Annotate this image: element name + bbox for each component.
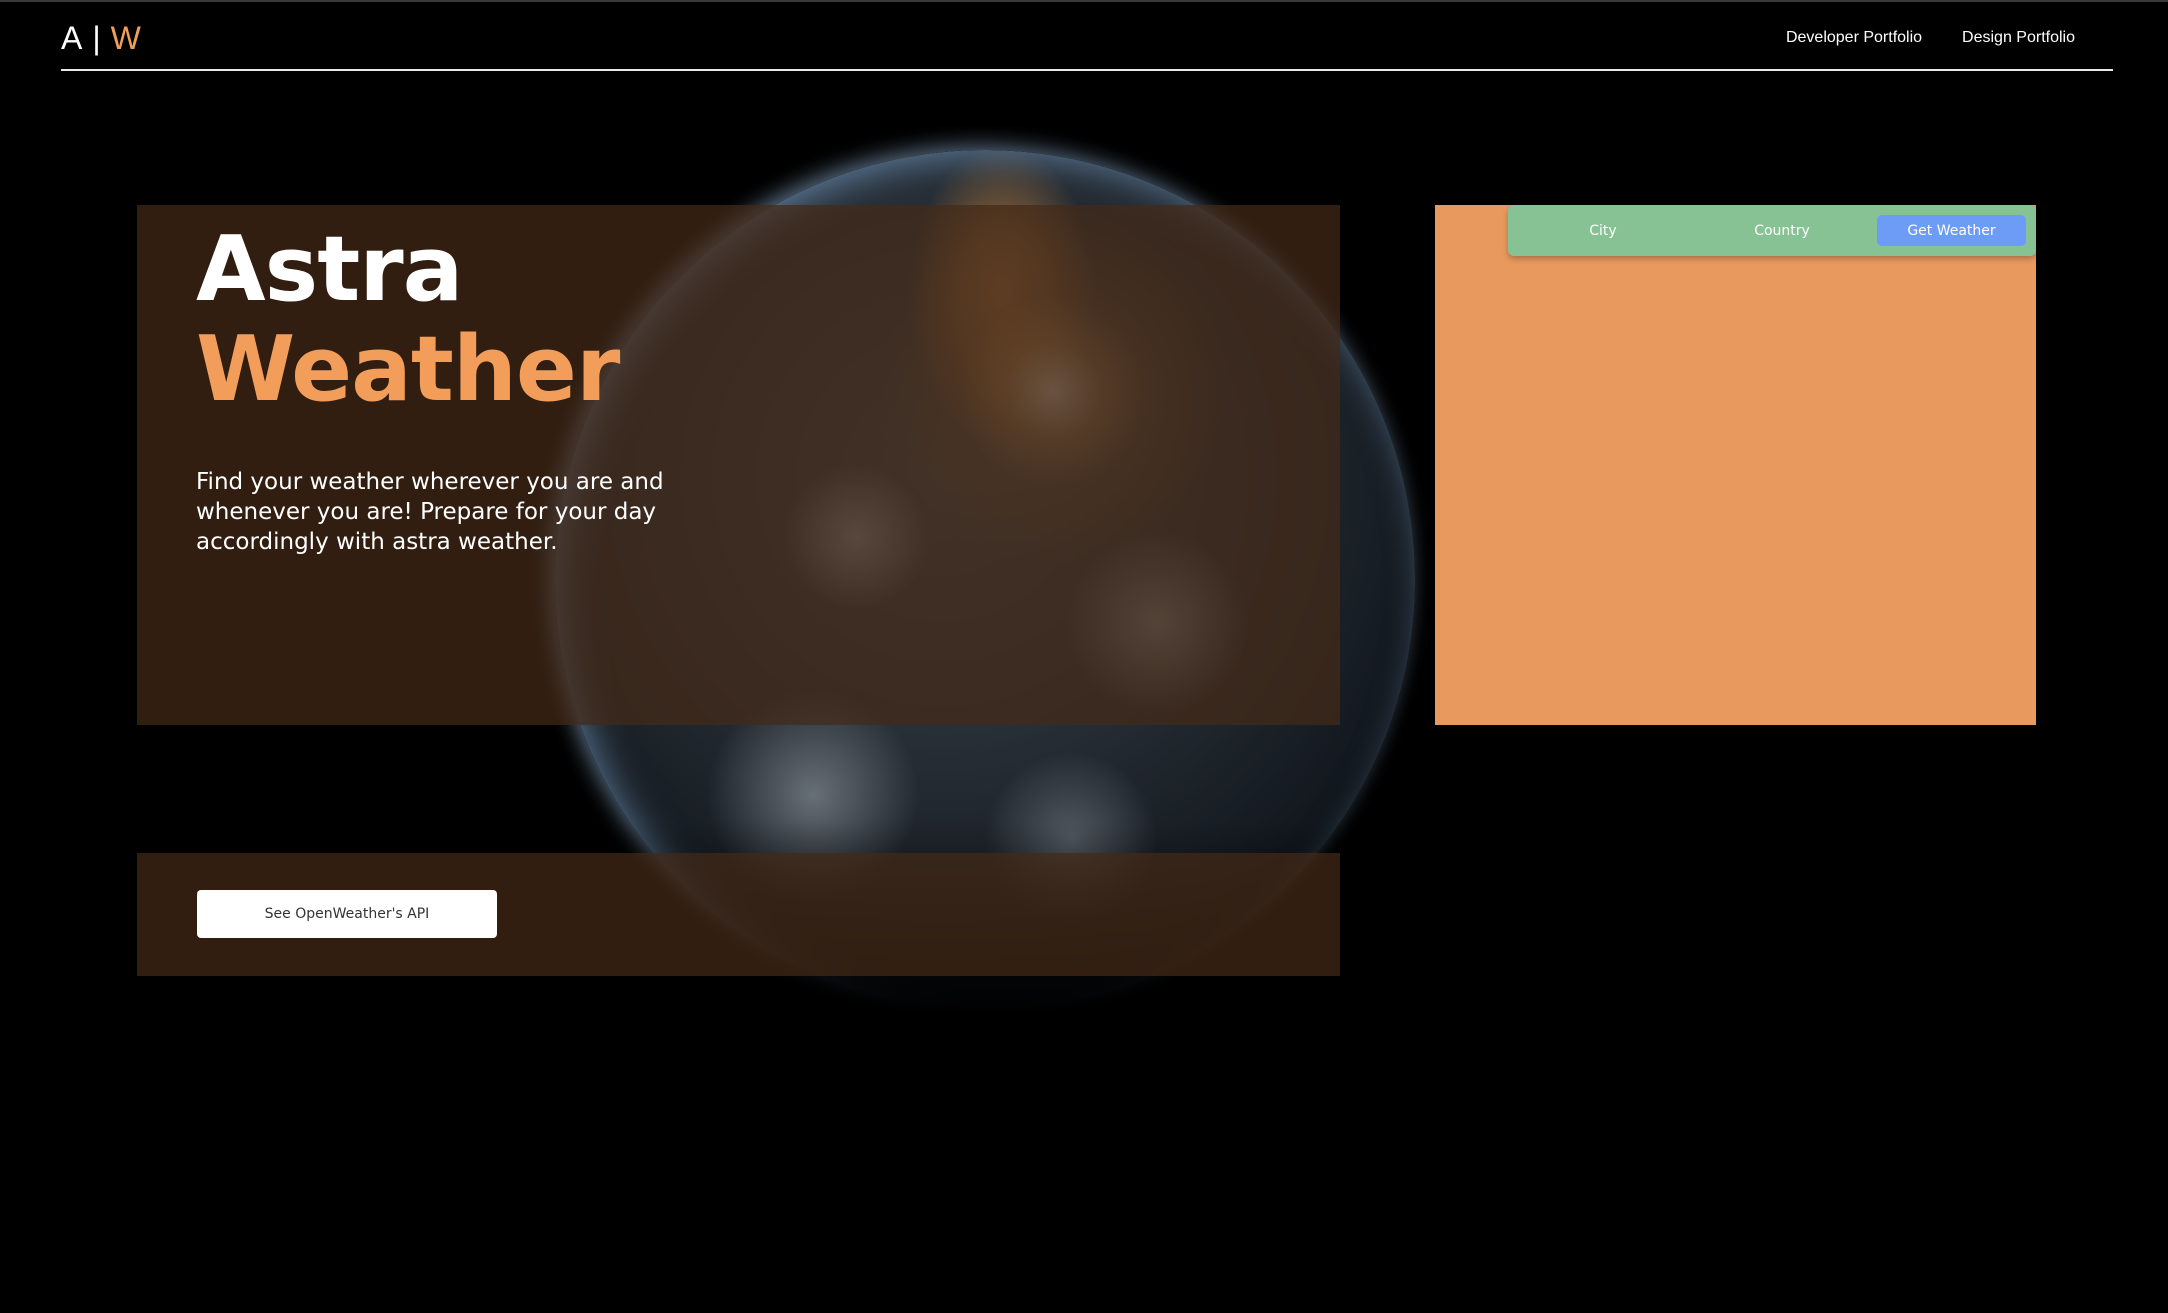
weather-search-bar: Get Weather <box>1508 205 2036 256</box>
logo-letter-w: W <box>110 20 143 56</box>
city-input[interactable] <box>1528 216 1678 246</box>
nav-developer-portfolio[interactable]: Developer Portfolio <box>1786 29 1922 47</box>
hero-panel: Astra Weather Find your weather wherever… <box>137 205 1340 725</box>
get-weather-button[interactable]: Get Weather <box>1877 215 2026 246</box>
hero-description: Find your weather wherever you are and w… <box>196 469 664 555</box>
weather-panel: Get Weather <box>1435 205 2036 725</box>
logo[interactable]: A | W <box>61 20 143 57</box>
nav-design-portfolio[interactable]: Design Portfolio <box>1962 29 2075 47</box>
api-panel: See OpenWeather's API <box>137 853 1340 976</box>
openweather-api-button[interactable]: See OpenWeather's API <box>197 890 497 938</box>
title-weather: Weather <box>196 317 620 422</box>
country-input[interactable] <box>1707 216 1857 246</box>
main-nav: Developer Portfolio Design Portfolio <box>1786 29 2075 47</box>
title-astra: Astra <box>196 217 463 322</box>
logo-separator: | <box>92 20 103 56</box>
site-header: A | W Developer Portfolio Design Portfolio <box>61 0 2113 71</box>
logo-letter-a: A <box>61 20 85 56</box>
page-title: Astra Weather <box>196 217 620 422</box>
